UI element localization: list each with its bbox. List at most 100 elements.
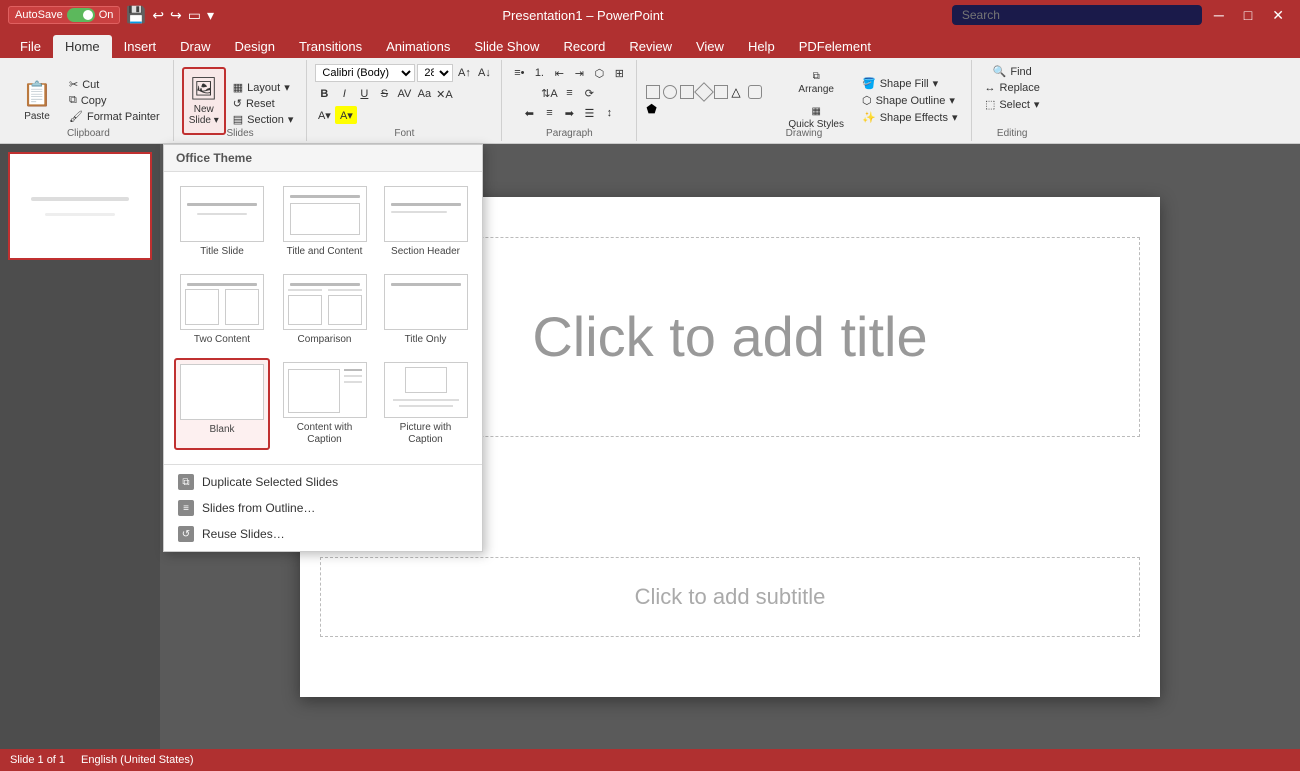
shape-item[interactable] <box>714 85 728 99</box>
save-icon[interactable]: 💾 <box>126 5 146 25</box>
underline-button[interactable]: U <box>355 85 373 103</box>
strikethrough-button[interactable]: S <box>375 85 393 103</box>
convert-smartart-button[interactable]: ⟳ <box>580 84 598 102</box>
shape-palette: △ ⬟ <box>645 84 775 117</box>
replace-button[interactable]: ↔ Replace <box>980 81 1045 95</box>
tab-slideshow[interactable]: Slide Show <box>462 35 551 58</box>
layout-blank[interactable]: Blank <box>174 358 270 450</box>
new-slide-button[interactable]: 🖼 NewSlide ▾ <box>182 67 226 135</box>
layout-thumb-blank <box>180 364 264 420</box>
align-center-button[interactable]: ≡ <box>540 104 558 122</box>
layout-button[interactable]: ▦ Layout ▾ <box>228 80 299 95</box>
line-spacing-button[interactable]: ↕ <box>600 104 618 122</box>
tab-transitions[interactable]: Transitions <box>287 35 374 58</box>
copy-button[interactable]: ⧉ Copy <box>64 93 165 108</box>
reuse-slides-action[interactable]: ↺ Reuse Slides… <box>164 521 482 547</box>
align-text-button[interactable]: ≡ <box>560 84 578 102</box>
paste-button[interactable]: 📋 Paste <box>12 67 62 135</box>
shape-effects-button[interactable]: ✨ Shape Effects ▾ <box>857 110 963 125</box>
change-case-button[interactable]: Aa <box>415 85 433 103</box>
text-direction-button[interactable]: ⇅A <box>540 84 558 102</box>
minimize-button[interactable]: ─ <box>1206 7 1232 23</box>
redo-icon[interactable]: ↪ <box>170 7 182 24</box>
tab-draw[interactable]: Draw <box>168 35 222 58</box>
shape-outline-button[interactable]: ⬡ Shape Outline ▾ <box>857 93 963 108</box>
arrange-button[interactable]: ⧉ Arrange <box>783 67 849 99</box>
search-input[interactable] <box>952 5 1202 25</box>
tab-help[interactable]: Help <box>736 35 787 58</box>
shape-item[interactable] <box>646 85 660 99</box>
tab-record[interactable]: Record <box>551 35 617 58</box>
shape-fill-button[interactable]: 🪣 Shape Fill ▾ <box>857 76 963 91</box>
present-icon[interactable]: ▭ <box>188 7 201 24</box>
align-left-button[interactable]: ⬅ <box>520 104 538 122</box>
format-painter-button[interactable]: 🖌 Format Painter <box>64 109 165 124</box>
slide-panel[interactable]: 1 <box>0 144 160 749</box>
tab-home[interactable]: Home <box>53 35 112 58</box>
autosave-toggle[interactable] <box>67 8 95 22</box>
maximize-button[interactable]: □ <box>1236 7 1260 23</box>
layout-section-header[interactable]: Section Header <box>379 182 472 262</box>
smartart-button[interactable]: ⬡ <box>590 64 608 82</box>
section-label: Section <box>247 114 284 126</box>
cut-button[interactable]: ✂ Cut <box>64 77 165 92</box>
shape-item[interactable] <box>663 85 677 99</box>
increase-indent-button[interactable]: ⇥ <box>570 64 588 82</box>
duplicate-icon: ⧉ <box>178 474 194 490</box>
font-size-select[interactable]: 28 <box>417 64 453 82</box>
tab-review[interactable]: Review <box>617 35 684 58</box>
shape-item[interactable]: ⬟ <box>646 102 660 116</box>
shape-item[interactable] <box>748 85 762 99</box>
shape-item[interactable]: △ <box>731 85 745 99</box>
highlight-button[interactable]: A▾ <box>335 106 357 124</box>
slide-thumbnail[interactable] <box>8 152 152 260</box>
tab-view[interactable]: View <box>684 35 736 58</box>
tab-animations[interactable]: Animations <box>374 35 462 58</box>
layout-two-content[interactable]: Two Content <box>174 270 270 350</box>
language-info: English (United States) <box>81 754 194 766</box>
ribbon-group-slides: 🖼 NewSlide ▾ ▦ Layout ▾ ↺ Reset ▤ Sectio… <box>174 60 308 141</box>
close-button[interactable]: ✕ <box>1264 7 1292 24</box>
tab-insert[interactable]: Insert <box>112 35 169 58</box>
decrease-indent-button[interactable]: ⇤ <box>550 64 568 82</box>
layout-picture-caption[interactable]: Picture withCaption <box>379 358 472 450</box>
from-outline-action[interactable]: ≡ Slides from Outline… <box>164 495 482 521</box>
section-arrow: ▾ <box>288 113 294 126</box>
autosave-badge[interactable]: AutoSave On <box>8 6 120 24</box>
italic-button[interactable]: I <box>335 85 353 103</box>
para-row3: ⬅ ≡ ➡ ☰ ↕ <box>520 104 618 122</box>
select-button[interactable]: ⬚ Select ▾ <box>980 97 1045 112</box>
shape-item[interactable] <box>680 85 694 99</box>
justify-button[interactable]: ☰ <box>580 104 598 122</box>
layout-content-caption[interactable]: Content withCaption <box>278 358 371 450</box>
tab-file[interactable]: File <box>8 35 53 58</box>
more-icon[interactable]: ▾ <box>207 7 214 24</box>
tab-pdfelement[interactable]: PDFelement <box>787 35 883 58</box>
bullets-button[interactable]: ≡• <box>510 64 528 82</box>
undo-icon[interactable]: ↩ <box>152 7 164 24</box>
clear-format-button[interactable]: ✕A <box>435 85 453 103</box>
decrease-font-button[interactable]: A↓ <box>475 64 493 82</box>
layout-label-blank: Blank <box>209 424 234 436</box>
font-name-select[interactable]: Calibri (Body) <box>315 64 415 82</box>
bold-button[interactable]: B <box>315 85 333 103</box>
shape-item[interactable] <box>695 82 715 102</box>
tab-design[interactable]: Design <box>223 35 287 58</box>
slide-subtitle-area[interactable]: Click to add subtitle <box>320 557 1140 637</box>
align-right-button[interactable]: ➡ <box>560 104 578 122</box>
find-button[interactable]: 🔍 Find <box>988 64 1037 79</box>
numbering-button[interactable]: 1. <box>530 64 548 82</box>
duplicate-action[interactable]: ⧉ Duplicate Selected Slides <box>164 469 482 495</box>
layout-title-content[interactable]: Title and Content <box>278 182 371 262</box>
increase-font-button[interactable]: A↑ <box>455 64 473 82</box>
drawing-label: Drawing <box>637 128 970 139</box>
section-button[interactable]: ▤ Section ▾ <box>228 112 299 127</box>
char-spacing-button[interactable]: AV <box>395 85 413 103</box>
columns-button[interactable]: ⊞ <box>610 64 628 82</box>
reset-button[interactable]: ↺ Reset <box>228 96 299 111</box>
layout-label-title-content: Title and Content <box>287 246 363 258</box>
layout-title-slide[interactable]: Title Slide <box>174 182 270 262</box>
layout-title-only[interactable]: Title Only <box>379 270 472 350</box>
layout-comparison[interactable]: Comparison <box>278 270 371 350</box>
font-color-button[interactable]: A▾ <box>315 106 333 124</box>
